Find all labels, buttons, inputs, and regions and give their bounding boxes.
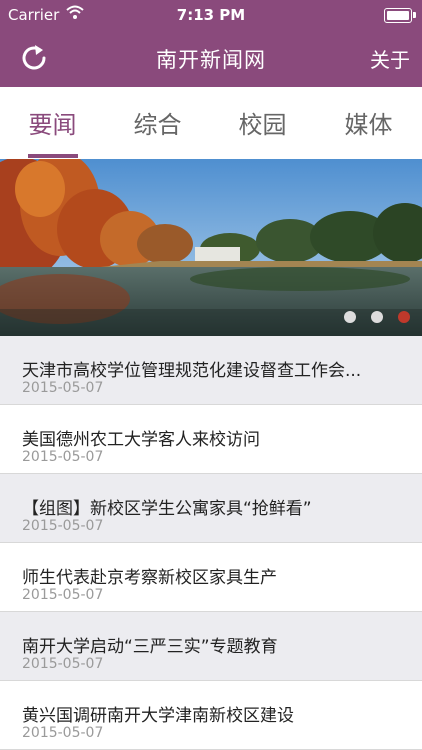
page-title: 南开新闻网 — [156, 48, 266, 72]
tab-active-indicator — [28, 154, 78, 158]
carousel-dot[interactable] — [343, 311, 356, 323]
carousel-pager — [334, 308, 410, 327]
list-item[interactable]: 【组图】新校区学生公寓家具“抢鲜看” 2015-05-07 — [0, 474, 422, 543]
news-title: 南开大学启动“三严三实”专题教育 — [22, 637, 278, 657]
about-button[interactable]: 关于 — [370, 44, 410, 73]
list-item[interactable]: 师生代表赴京考察新校区家具生产 2015-05-07 — [0, 543, 422, 612]
news-date: 2015-05-07 — [22, 449, 104, 465]
news-date: 2015-05-07 — [22, 380, 104, 396]
battery-icon — [384, 8, 412, 23]
news-date: 2015-05-07 — [22, 725, 104, 741]
list-item[interactable]: 天津市高校学位管理规范化建设督查工作会... 2015-05-07 — [0, 336, 422, 405]
news-title: 黄兴国调研南开大学津南新校区建设 — [22, 706, 294, 726]
news-list: 天津市高校学位管理规范化建设督查工作会... 2015-05-07 美国德州农工… — [0, 336, 422, 750]
news-date: 2015-05-07 — [22, 656, 104, 672]
status-bar: Carrier 7:13 PM — [0, 0, 422, 30]
carousel-dot-active[interactable] — [398, 311, 410, 323]
news-title: 【组图】新校区学生公寓家具“抢鲜看” — [22, 499, 312, 519]
news-title: 师生代表赴京考察新校区家具生产 — [22, 568, 277, 588]
news-date: 2015-05-07 — [22, 518, 104, 534]
list-item[interactable]: 黄兴国调研南开大学津南新校区建设 2015-05-07 — [0, 681, 422, 750]
list-item[interactable]: 南开大学启动“三严三实”专题教育 2015-05-07 — [0, 612, 422, 681]
clock: 7:13 PM — [176, 6, 246, 24]
nav-bar: 南开新闻网 关于 — [0, 30, 422, 87]
carousel-dot[interactable] — [370, 311, 383, 323]
news-title: 美国德州农工大学客人来校访问 — [22, 430, 260, 450]
news-date: 2015-05-07 — [22, 587, 104, 603]
banner-carousel[interactable] — [0, 159, 422, 336]
tab-headlines[interactable]: 要闻 — [0, 105, 105, 140]
battery-tip — [413, 12, 416, 18]
tab-bar: 要闻 综合 校园 媒体 — [0, 87, 422, 159]
news-title: 天津市高校学位管理规范化建设督查工作会... — [22, 361, 362, 381]
tab-general[interactable]: 综合 — [105, 105, 210, 140]
app-header: Carrier 7:13 PM 南开新闻网 关于 — [0, 0, 422, 87]
list-item[interactable]: 美国德州农工大学客人来校访问 2015-05-07 — [0, 405, 422, 474]
tab-campus[interactable]: 校园 — [210, 105, 315, 140]
tab-media[interactable]: 媒体 — [316, 105, 421, 140]
